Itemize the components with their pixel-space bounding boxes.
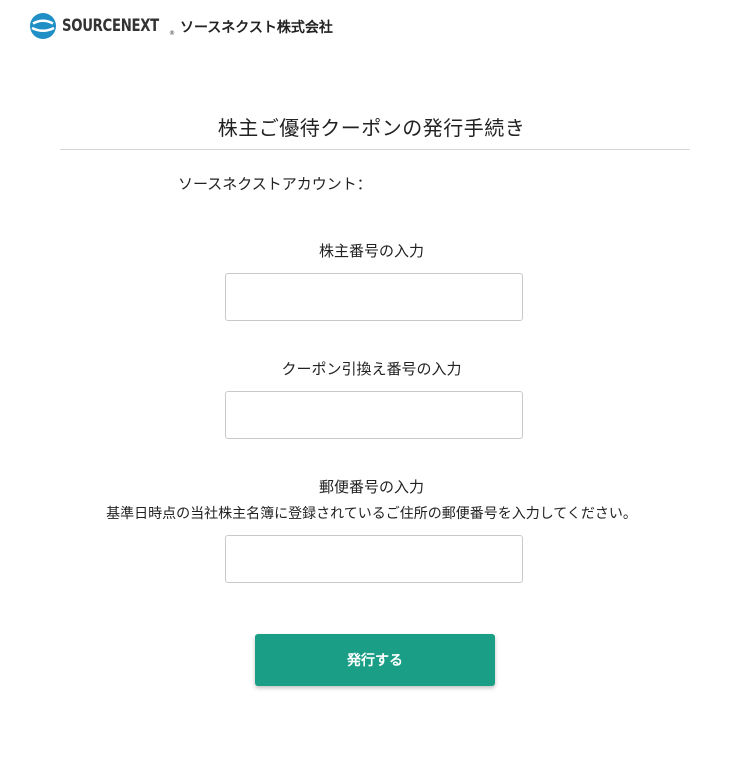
- registered-mark: ®: [169, 30, 175, 37]
- page-title: 株主ご優待クーポンの発行手続き: [217, 116, 526, 140]
- account-label: ソースネクストアカウント：: [178, 175, 372, 193]
- account-info: ソースネクストアカウント：: [178, 173, 442, 194]
- company-name: ソースネクスト株式会社: [180, 20, 333, 36]
- postal-code-note: 基準日時点の当社株主名簿に登録されているご住所の郵便番号を入力してください。: [106, 506, 637, 522]
- shareholder-number-input[interactable]: [225, 273, 523, 321]
- shareholder-number-label: 株主番号の入力: [318, 242, 424, 260]
- brand-wordmark: SOURCENEXT: [62, 16, 159, 36]
- coupon-code-input[interactable]: [225, 391, 523, 439]
- postal-code-input[interactable]: [225, 535, 523, 583]
- site-header: SOURCENEXT ® ソースネクスト株式会社: [29, 11, 333, 41]
- issue-coupon-button[interactable]: 発行する: [255, 634, 495, 686]
- sourcenext-logo-icon[interactable]: [29, 12, 57, 40]
- title-divider: [60, 149, 690, 150]
- coupon-code-label: クーポン引換え番号の入力: [281, 360, 462, 378]
- postal-code-label: 郵便番号の入力: [318, 478, 424, 496]
